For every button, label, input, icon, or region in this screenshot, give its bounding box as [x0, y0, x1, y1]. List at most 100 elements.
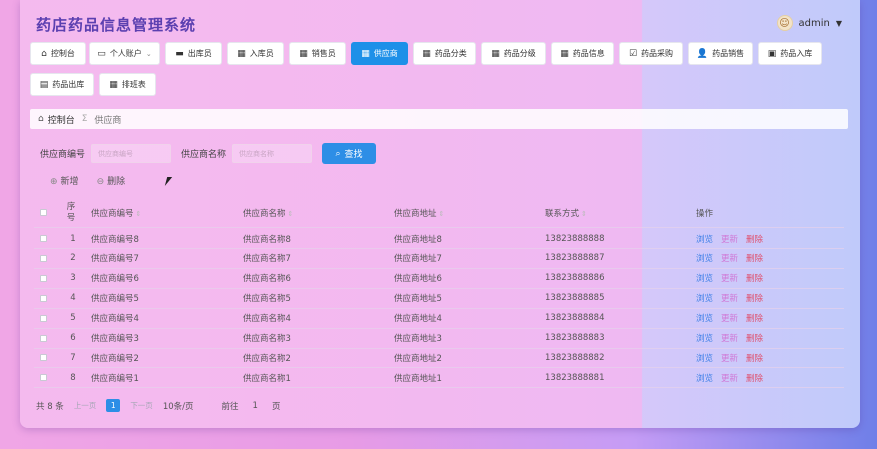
avatar: ☺ — [776, 15, 793, 31]
box-out-icon: ▤ — [39, 79, 49, 90]
menu-item-9[interactable]: ☑ 药品采购 — [619, 42, 683, 65]
menu-item-label: 药品入库 — [780, 49, 813, 58]
menu-item-11[interactable]: ▣ 药品入库 — [758, 42, 822, 65]
row-delete-button[interactable]: 删除 — [746, 272, 763, 284]
username: admin — [798, 17, 830, 29]
row-checkbox[interactable] — [40, 235, 47, 242]
breadcrumb-home[interactable]: 控制台 — [48, 113, 75, 126]
supplier-code-input[interactable]: 供应商编号 — [91, 144, 172, 163]
supplier-name-input[interactable]: 供应商名称 — [232, 144, 313, 163]
row-phone: 13823888882 — [545, 352, 605, 363]
menu-item-1[interactable]: ▭ 个人账户 ⌄ — [89, 42, 160, 65]
header-name[interactable]: 供应商名称 ⇕ — [243, 207, 293, 219]
delete-button[interactable]: ⊖ 删除 — [97, 174, 126, 187]
grid-icon: ▦ — [299, 48, 308, 59]
edit-button[interactable]: 更新 — [721, 233, 738, 245]
menu-item-label: 出库员 — [187, 49, 212, 58]
row-name: 供应商名称2 — [243, 353, 291, 364]
menu-item-6[interactable]: ▦ 药品分类 — [413, 42, 476, 65]
table-header: 序号 供应商编号 ⇕ 供应商名称 ⇕ 供应商地址 ⇕ 联系方式 ⇕ 操作 — [34, 198, 844, 228]
menu-item-10[interactable]: 👤 药品销售 — [688, 42, 753, 65]
row-delete-button[interactable]: 删除 — [746, 233, 763, 245]
menu-item-0[interactable]: ⌂ 控制台 — [30, 42, 86, 65]
home-icon: ⌂ — [38, 114, 44, 124]
view-button[interactable]: 浏览 — [696, 233, 713, 245]
page-size-select[interactable]: 10条/页 — [163, 400, 194, 412]
monitor-icon: ▬ — [175, 48, 184, 59]
header-code[interactable]: 供应商编号 ⇕ — [91, 207, 141, 219]
row-checkbox[interactable] — [40, 334, 47, 342]
edit-button[interactable]: 更新 — [721, 272, 738, 284]
home-icon: ⌂ — [41, 48, 47, 59]
menu-item-label: 药品采购 — [641, 49, 674, 58]
row-checkbox[interactable] — [40, 374, 47, 382]
edit-button[interactable]: 更新 — [721, 292, 738, 304]
person-icon: 👤 — [696, 48, 709, 59]
row-phone: 13823888884 — [545, 313, 605, 324]
row-checkbox[interactable] — [40, 254, 47, 262]
edit-button[interactable]: 更新 — [721, 312, 738, 324]
header-phone[interactable]: 联系方式 ⇕ — [545, 207, 587, 219]
edit-button[interactable]: 更新 — [721, 252, 738, 264]
row-name: 供应商名称6 — [243, 274, 291, 285]
row-code: 供应商编号7 — [91, 254, 139, 265]
row-code: 供应商编号5 — [91, 294, 139, 305]
menu-item-7[interactable]: ▦ 药品分级 — [481, 42, 546, 65]
page-number[interactable]: 1 — [106, 399, 121, 412]
row-phone: 13823888883 — [545, 333, 605, 343]
row-checkbox[interactable] — [40, 314, 47, 322]
view-button[interactable]: 浏览 — [696, 352, 713, 364]
sort-icon: ⇕ — [135, 209, 142, 218]
edit-button[interactable]: 更新 — [721, 352, 738, 364]
row-ops: 浏览 更新 删除 — [696, 252, 763, 264]
row-delete-button[interactable]: 删除 — [746, 372, 763, 384]
row-checkbox[interactable] — [40, 354, 47, 362]
row-delete-button[interactable]: 删除 — [746, 252, 763, 264]
view-button[interactable]: 浏览 — [696, 372, 713, 384]
row-code: 供应商编号4 — [91, 314, 139, 325]
header-ops: 操作 — [696, 208, 714, 219]
row-index: 5 — [70, 313, 76, 324]
prev-page-button[interactable]: 上一页 — [74, 400, 97, 411]
row-delete-button[interactable]: 删除 — [746, 312, 763, 324]
table-row: 2 供应商编号7 供应商名称7 供应商地址7 13823888887 浏览 更新 删除 — [34, 249, 844, 269]
menu-item-label: 药品信息 — [572, 49, 605, 58]
row-index: 7 — [70, 352, 76, 363]
menu-item-label: 排班表 — [121, 80, 146, 89]
menu-item-label: 药品出库 — [52, 80, 85, 89]
row-checkbox[interactable] — [40, 274, 47, 282]
menu-item-3[interactable]: ▦ 入库员 — [227, 42, 284, 65]
menu-item-13[interactable]: ▦ 排班表 — [99, 73, 156, 96]
row-delete-button[interactable]: 删除 — [746, 292, 763, 304]
view-button[interactable]: 浏览 — [696, 272, 713, 284]
goto-input[interactable]: 1 — [253, 401, 258, 411]
menu-item-12[interactable]: ▤ 药品出库 — [30, 73, 94, 96]
row-delete-button[interactable]: 删除 — [746, 332, 763, 344]
row-ops: 浏览 更新 删除 — [696, 352, 763, 364]
view-button[interactable]: 浏览 — [696, 332, 713, 344]
view-button[interactable]: 浏览 — [696, 292, 713, 304]
row-phone: 13823888886 — [545, 273, 605, 284]
menu-item-5[interactable]: ▦ 供应商 — [351, 42, 408, 65]
select-all-checkbox[interactable] — [40, 209, 47, 216]
search-button[interactable]: ⌕ 查找 — [322, 143, 377, 164]
row-ops: 浏览 更新 删除 — [696, 272, 763, 284]
view-button[interactable]: 浏览 — [696, 252, 713, 264]
view-button[interactable]: 浏览 — [696, 312, 713, 324]
edit-button[interactable]: 更新 — [721, 332, 738, 344]
header-address[interactable]: 供应商地址 ⇕ — [394, 207, 444, 219]
menu-item-2[interactable]: ▬ 出库员 — [165, 42, 222, 65]
add-button[interactable]: ⊕ 新增 — [50, 174, 79, 187]
table-row: 1 供应商编号8 供应商名称8 供应商地址8 13823888888 浏览 更新 删除 — [34, 229, 844, 249]
row-phone: 13823888885 — [545, 293, 605, 304]
next-page-button[interactable]: 下一页 — [130, 400, 153, 411]
row-address: 供应商地址3 — [394, 334, 442, 344]
add-button-label: 新增 — [60, 177, 79, 187]
edit-button[interactable]: 更新 — [721, 372, 738, 384]
row-delete-button[interactable]: 删除 — [746, 352, 763, 364]
menu-item-8[interactable]: ▦ 药品信息 — [551, 42, 614, 65]
user-menu[interactable]: ☺ admin ▼ — [776, 15, 842, 31]
row-index: 6 — [70, 333, 76, 343]
menu-item-4[interactable]: ▦ 销售员 — [289, 42, 346, 65]
row-checkbox[interactable] — [40, 294, 47, 302]
